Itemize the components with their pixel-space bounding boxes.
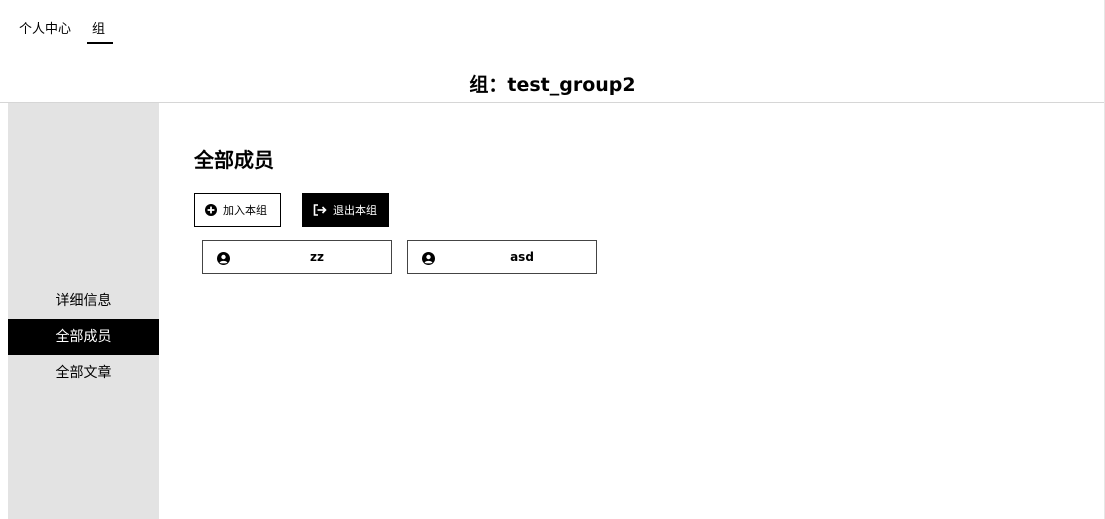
join-group-label: 加入本组	[223, 204, 267, 217]
section-title: 全部成员	[194, 148, 274, 172]
sidebar-item-all-articles[interactable]: 全部文章	[8, 355, 159, 391]
member-name: asd	[510, 250, 534, 264]
sidebar-item-all-members[interactable]: 全部成员	[8, 319, 159, 355]
leave-group-button[interactable]: 退出本组	[302, 193, 389, 227]
sidebar: 详细信息 全部成员 全部文章	[8, 103, 159, 519]
sign-out-icon	[313, 204, 327, 216]
member-card[interactable]: asd	[407, 240, 597, 274]
page: 个人中心 组 组：test_group2 详细信息 全部成员 全部文章 全部成员…	[0, 0, 1105, 519]
nav-item-group[interactable]: 组	[92, 22, 105, 38]
leave-group-label: 退出本组	[333, 204, 377, 217]
sidebar-item-details[interactable]: 详细信息	[8, 283, 159, 319]
plus-circle-icon	[205, 204, 217, 216]
page-title: 组：test_group2	[469, 74, 636, 96]
nav-active-underline	[87, 42, 113, 44]
header-divider	[0, 102, 1105, 103]
top-nav: 个人中心 组	[0, 0, 1105, 48]
member-card[interactable]: zz	[202, 240, 392, 274]
user-circle-icon	[217, 250, 230, 265]
join-group-button[interactable]: 加入本组	[194, 193, 281, 227]
user-circle-icon	[422, 250, 435, 265]
member-name: zz	[310, 250, 324, 264]
nav-item-personal-center[interactable]: 个人中心	[19, 22, 71, 38]
